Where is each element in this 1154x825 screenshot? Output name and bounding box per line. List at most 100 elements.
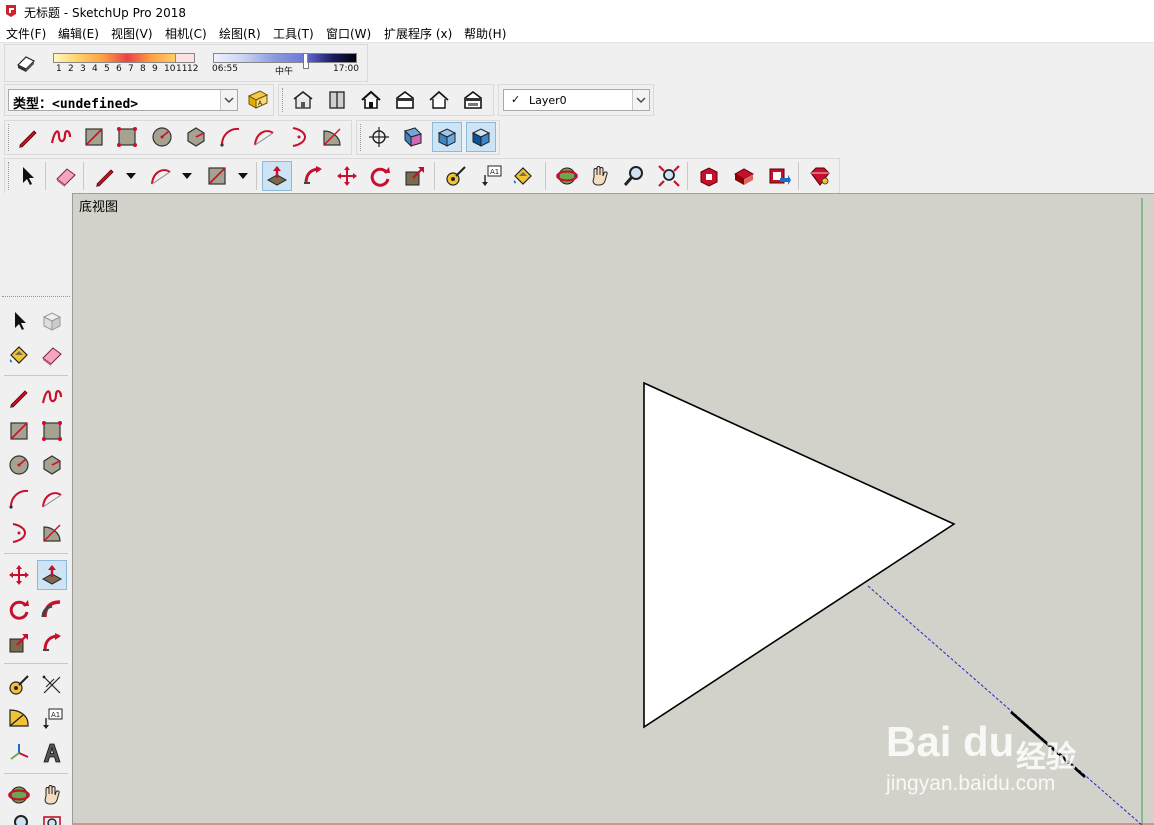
rotate-tool-button[interactable] (4, 594, 34, 624)
share-component-button[interactable] (764, 161, 794, 191)
model-scene[interactable] (73, 194, 1154, 825)
select-tool-button[interactable] (4, 306, 34, 336)
line-tool-button[interactable] (13, 122, 43, 152)
three-point-arc-tool-button[interactable] (284, 122, 314, 152)
shadow-toggle-button[interactable] (11, 48, 41, 78)
dimension-tool-button[interactable] (37, 670, 67, 700)
3d-text-tool-button[interactable] (37, 738, 67, 768)
section-plane-button[interactable] (398, 122, 428, 152)
menu-edit[interactable]: 编辑(E) (58, 25, 99, 42)
paint-bucket-tool-button[interactable] (4, 340, 34, 370)
sketchup-logo-icon (6, 5, 16, 17)
select-tool-button[interactable] (12, 161, 42, 191)
pie-tool-button[interactable] (37, 518, 67, 548)
iso-view-button[interactable] (288, 85, 318, 115)
layer-select-arrow[interactable] (632, 90, 649, 110)
components-browser-button[interactable]: A (243, 85, 273, 115)
line-tool-button[interactable] (4, 382, 34, 412)
zoom-window-tool-button[interactable] (37, 813, 67, 825)
edge-segment[interactable] (1010, 711, 1086, 778)
axes-button[interactable] (364, 122, 394, 152)
time-slider[interactable] (213, 53, 305, 63)
eraser-tool-button[interactable] (37, 340, 67, 370)
top-view-button[interactable] (322, 85, 352, 115)
rectangle-tool-button[interactable] (79, 122, 109, 152)
menu-help[interactable]: 帮助(H) (464, 25, 506, 42)
push-pull-tool-button[interactable] (262, 161, 292, 191)
line-tool-dropdown[interactable] (124, 166, 138, 186)
menu-window[interactable]: 窗口(W) (326, 25, 371, 42)
month-label: 1 (56, 64, 62, 74)
pan-tool-button[interactable] (37, 780, 67, 810)
follow-me-tool-button[interactable] (37, 594, 67, 624)
arc-tool-button[interactable] (4, 484, 34, 514)
rotate-tool-button[interactable] (365, 161, 395, 191)
pan-tool-button[interactable] (585, 161, 615, 191)
menu-view[interactable]: 视图(V) (111, 25, 153, 42)
polygon-tool-button[interactable] (181, 122, 211, 152)
tape-measure-tool-button[interactable] (441, 161, 471, 191)
shaded-style-button[interactable] (466, 122, 496, 152)
time-slider-evening[interactable] (307, 53, 357, 63)
month-slider[interactable] (53, 53, 177, 63)
rotated-rectangle-tool-button[interactable] (112, 122, 142, 152)
text-tool-button[interactable]: A1 (37, 704, 67, 734)
freehand-tool-button[interactable] (37, 382, 67, 412)
offset-tool-button[interactable] (37, 628, 67, 658)
circle-tool-button[interactable] (147, 122, 177, 152)
arc-tool-button[interactable] (146, 161, 176, 191)
polygon-tool-button[interactable] (37, 450, 67, 480)
axes-tool-button[interactable] (4, 738, 34, 768)
push-pull-tool-button[interactable] (37, 560, 67, 590)
zoom-tool-button[interactable] (4, 813, 34, 825)
freehand-tool-button[interactable] (46, 122, 76, 152)
move-tool-button[interactable] (332, 161, 362, 191)
zoom-tool-button[interactable] (619, 161, 649, 191)
month-slider-handle[interactable] (175, 53, 195, 63)
3d-warehouse-button[interactable] (694, 161, 724, 191)
back-view-button[interactable] (424, 85, 454, 115)
layer-select[interactable]: ✓ Layer0 (503, 89, 650, 111)
arc-tool-button[interactable] (215, 122, 245, 152)
rotated-rectangle-icon (42, 421, 62, 441)
menu-draw[interactable]: 绘图(R) (219, 25, 261, 42)
follow-me-tool-button[interactable] (298, 161, 328, 191)
two-point-arc-tool-button[interactable] (249, 122, 279, 152)
menu-file[interactable]: 文件(F) (6, 25, 46, 42)
protractor-tool-button[interactable] (4, 704, 34, 734)
extension-warehouse-button[interactable] (805, 161, 835, 191)
make-component-button[interactable] (37, 306, 67, 336)
triangle-face[interactable] (643, 381, 956, 729)
rectangle-tool-button[interactable] (4, 416, 34, 446)
paint-bucket-tool-button[interactable] (508, 161, 538, 191)
left-view-button[interactable] (458, 85, 488, 115)
eraser-tool-button[interactable] (51, 161, 81, 191)
shape-tool-dropdown[interactable] (236, 166, 250, 186)
three-point-arc-tool-button[interactable] (4, 518, 34, 548)
menu-extensions[interactable]: 扩展程序 (x) (384, 25, 452, 42)
front-view-button[interactable] (356, 85, 386, 115)
xray-style-button[interactable] (432, 122, 462, 152)
orbit-tool-button[interactable] (552, 161, 582, 191)
move-tool-button[interactable] (4, 560, 34, 590)
type-select[interactable]: 类型：<undefined> (8, 89, 238, 112)
zoom-extents-tool-button[interactable] (654, 161, 684, 191)
orbit-tool-button[interactable] (4, 780, 34, 810)
tape-measure-tool-button[interactable] (4, 670, 34, 700)
menu-camera[interactable]: 相机(C) (165, 25, 207, 42)
two-point-arc-tool-button[interactable] (37, 484, 67, 514)
rotated-rectangle-tool-button[interactable] (37, 416, 67, 446)
scale-tool-button[interactable] (4, 628, 34, 658)
circle-tool-button[interactable] (4, 450, 34, 480)
scale-tool-button[interactable] (400, 161, 430, 191)
line-tool-button[interactable] (90, 161, 120, 191)
pie-tool-button[interactable] (317, 122, 347, 152)
menu-tools[interactable]: 工具(T) (273, 25, 314, 42)
text-tool-button[interactable]: A1 (476, 161, 506, 191)
right-view-button[interactable] (390, 85, 420, 115)
type-select-arrow[interactable] (220, 90, 237, 110)
share-model-button[interactable] (729, 161, 759, 191)
rectangle-tool-button[interactable] (202, 161, 232, 191)
arc-tool-dropdown[interactable] (180, 166, 194, 186)
modeling-viewport[interactable]: 底视图 (72, 193, 1154, 825)
